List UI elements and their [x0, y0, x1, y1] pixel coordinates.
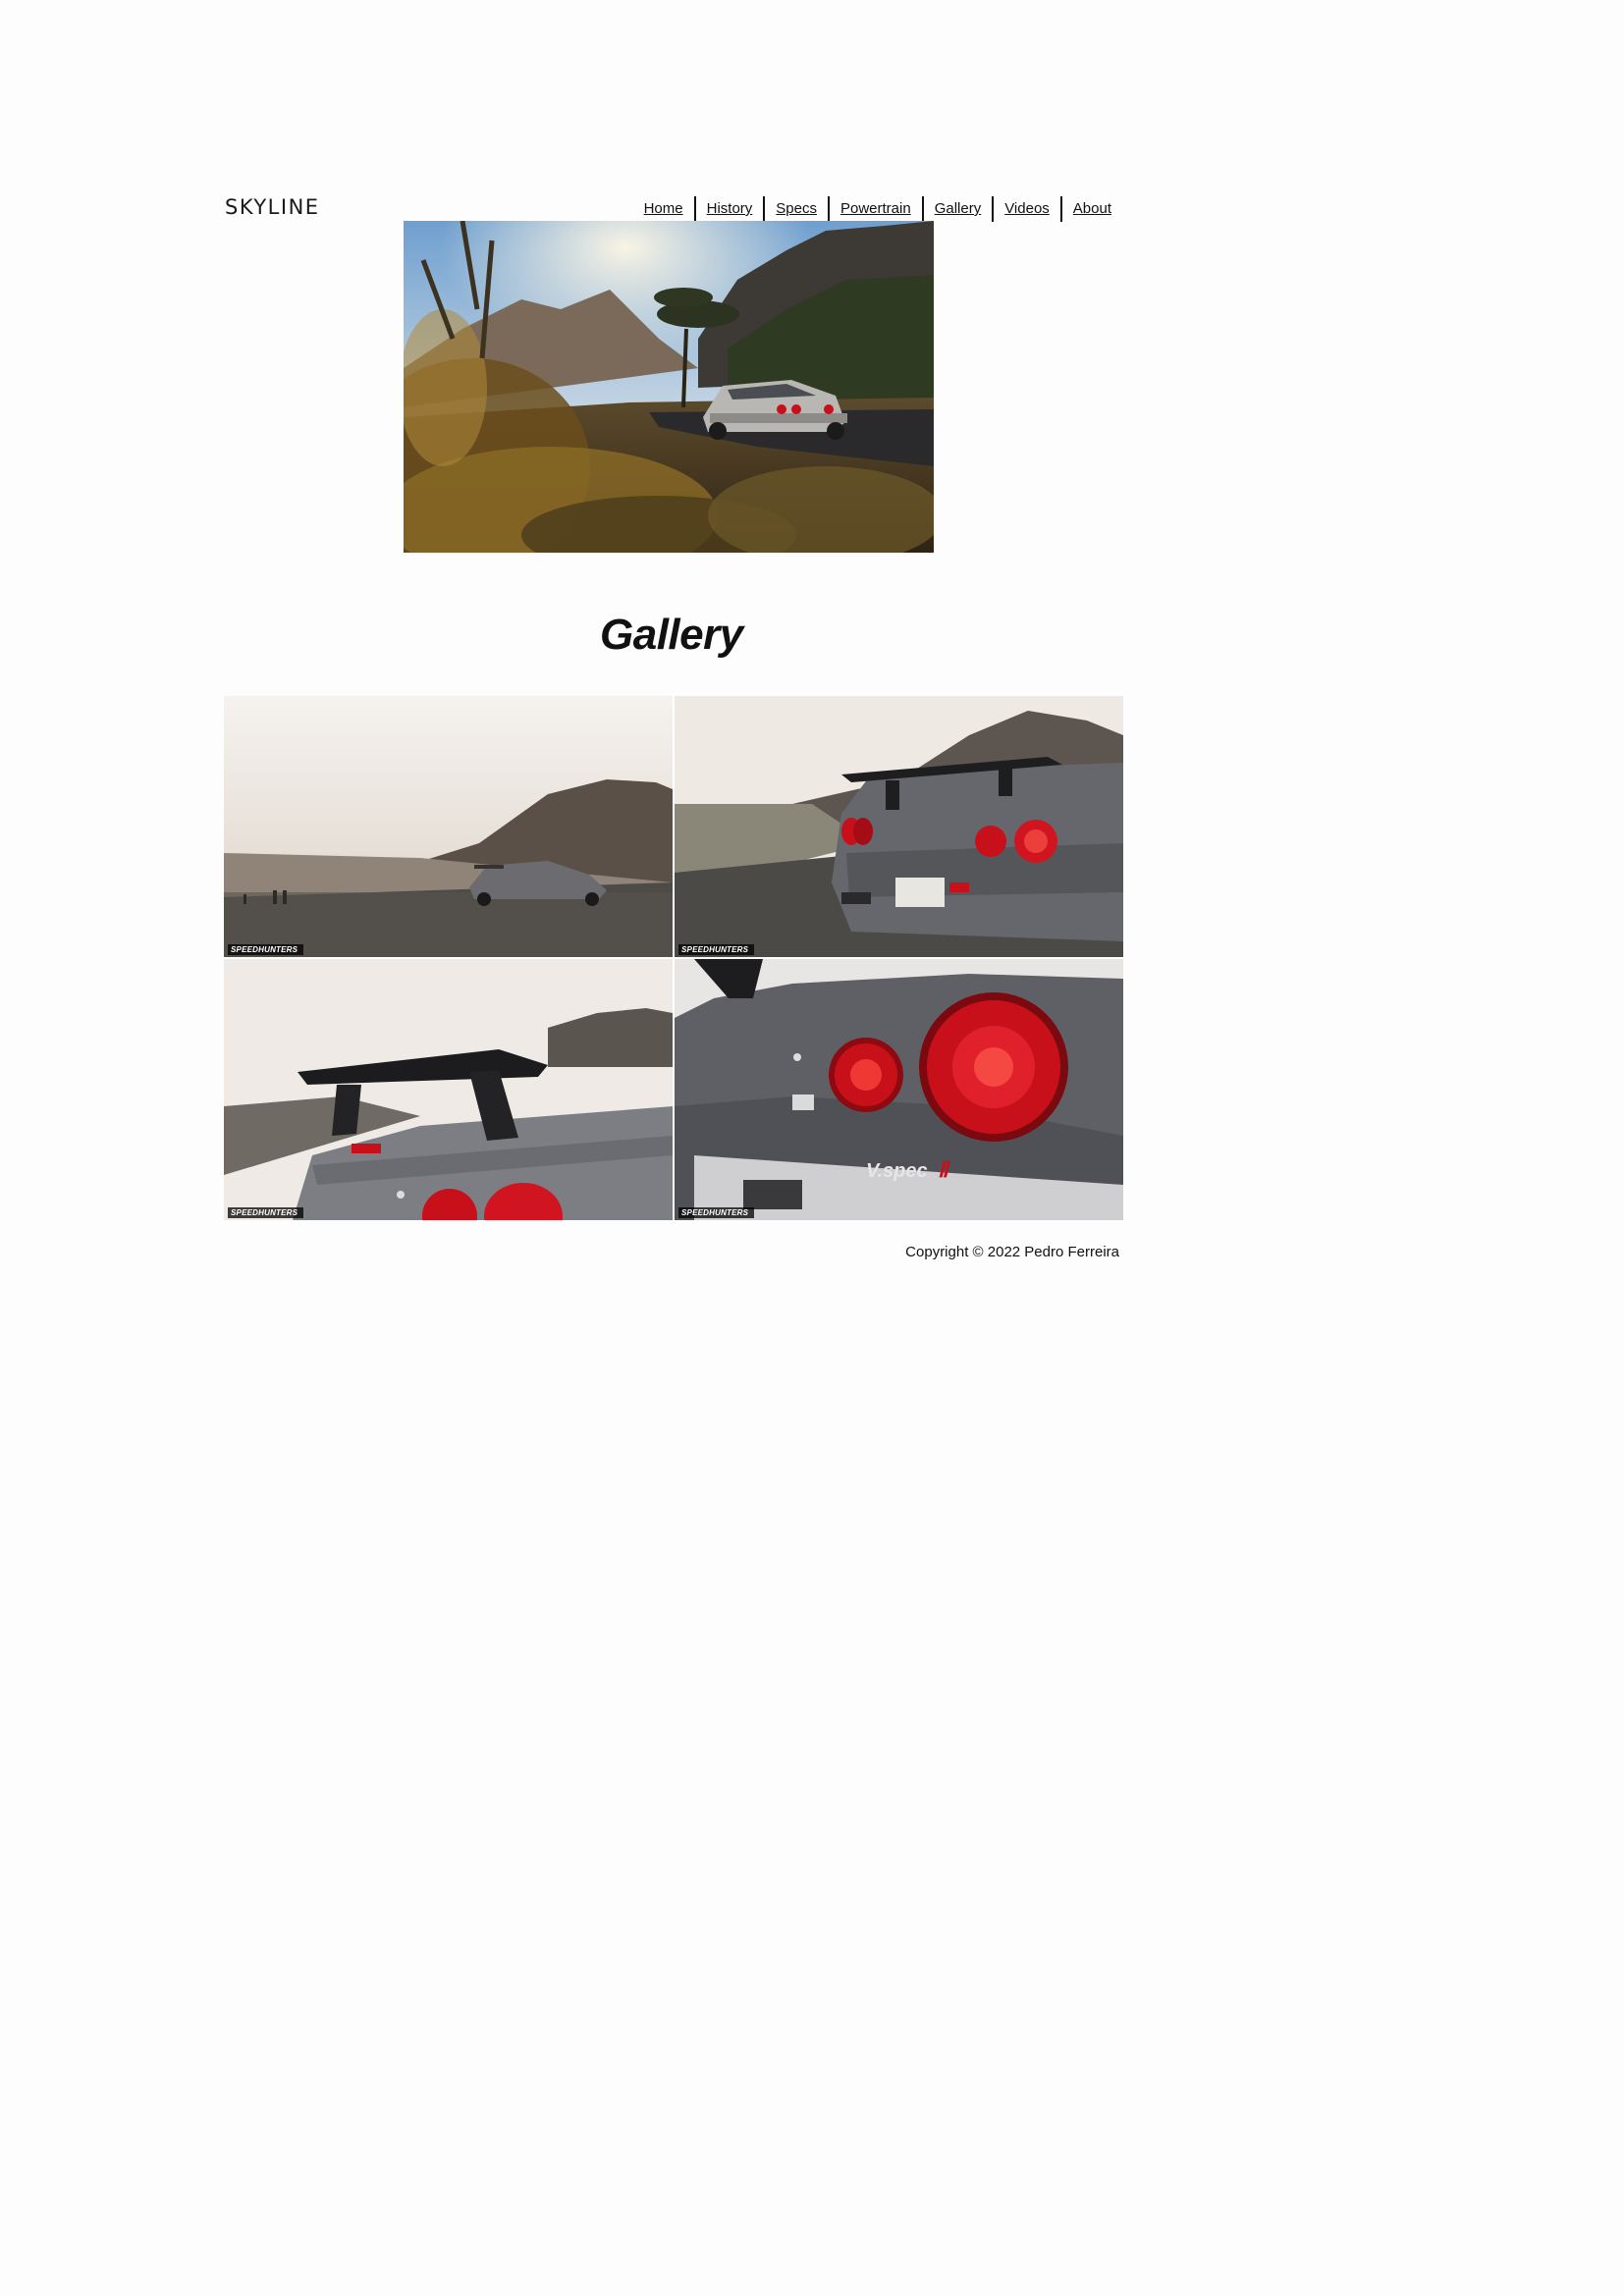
gallery-photo: V.spec Ⅱ [675, 959, 1123, 1220]
gallery-tile[interactable]: V.spec Ⅱ SPEEDHUNTERS [675, 959, 1123, 1220]
gallery-tile[interactable]: SPEEDHUNTERS [675, 696, 1123, 957]
gallery-photo [675, 696, 1123, 957]
svg-text:V.spec: V.spec [866, 1160, 928, 1182]
hero-image [404, 221, 934, 553]
nav-link-gallery[interactable]: Gallery [924, 197, 993, 221]
nav-link-about[interactable]: About [1062, 197, 1111, 221]
page-title: Gallery [600, 611, 743, 660]
gallery-tile[interactable]: SPEEDHUNTERS [224, 959, 673, 1220]
gallery-tile[interactable]: SPEEDHUNTERS [224, 696, 673, 957]
gallery-photo [224, 696, 673, 957]
footer-copyright: Copyright © 2022 Pedro Ferreira [905, 1244, 1119, 1260]
main-nav: Home History Specs Powertrain Gallery Vi… [633, 196, 1111, 222]
watermark: SPEEDHUNTERS [228, 944, 304, 955]
nav-link-powertrain[interactable]: Powertrain [830, 197, 922, 221]
nav-link-videos[interactable]: Videos [994, 197, 1060, 221]
gallery-grid: SPEEDHUNTERS SPEEDHUNTERS SPEEDHUNTERS V… [224, 696, 1123, 1220]
nav-link-specs[interactable]: Specs [765, 197, 828, 221]
nav-link-home[interactable]: Home [633, 197, 694, 221]
site-logo[interactable]: SKYLINE [225, 195, 320, 219]
watermark: SPEEDHUNTERS [228, 1207, 304, 1218]
gallery-photo [224, 959, 673, 1220]
nav-link-history[interactable]: History [696, 197, 764, 221]
watermark: SPEEDHUNTERS [678, 944, 755, 955]
page: SKYLINE Home History Specs Powertrain Ga… [0, 0, 1624, 2296]
watermark: SPEEDHUNTERS [678, 1207, 755, 1218]
